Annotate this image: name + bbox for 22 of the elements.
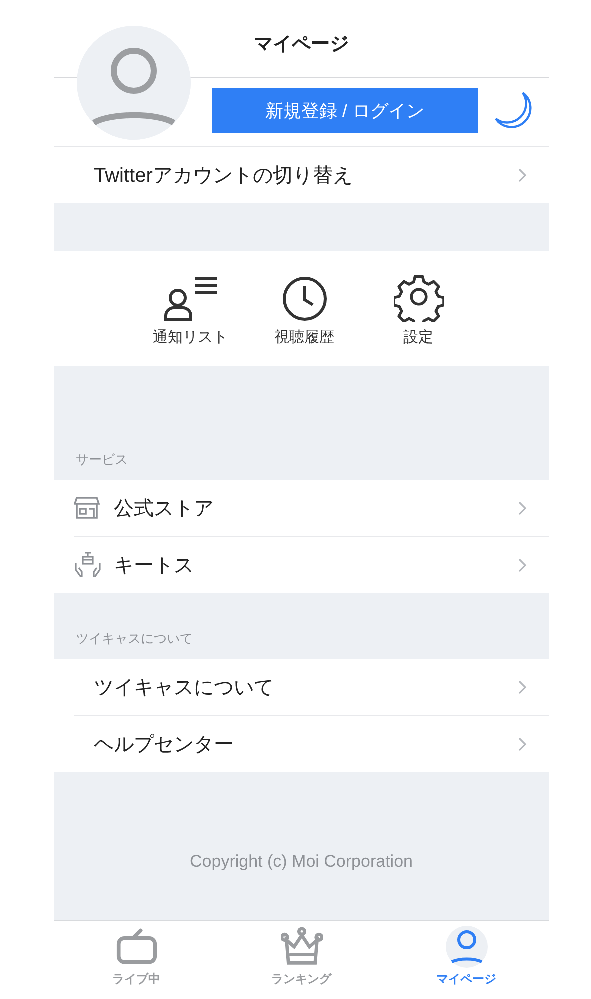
section-heading: サービス xyxy=(76,451,128,469)
chevron-icon xyxy=(518,168,527,182)
store-icon xyxy=(74,496,100,520)
shortcut-button[interactable]: 通知リスト xyxy=(148,270,234,347)
shortcut-button[interactable]: 設定 xyxy=(376,270,462,347)
person-icon xyxy=(446,926,488,968)
moon-icon[interactable] xyxy=(493,90,535,132)
clock-icon xyxy=(282,276,328,322)
chevron-icon xyxy=(518,680,527,694)
login-button[interactable]: 新規登録 / ログイン xyxy=(212,88,478,133)
chevron-icon xyxy=(518,736,527,752)
shortcut-button[interactable]: 視聴履歴 xyxy=(262,270,348,347)
chevron-icon xyxy=(518,558,527,572)
tab[interactable]: マイページ xyxy=(384,921,549,999)
section-heading: ツイキャスについて xyxy=(76,630,193,648)
crown-icon xyxy=(280,926,322,968)
person-list-icon xyxy=(164,276,218,322)
settings-icon xyxy=(394,272,444,322)
copyright-text: Copyright (c) Moi Corporation xyxy=(190,852,413,871)
gift-hands-icon xyxy=(74,551,102,579)
chevron-icon xyxy=(518,500,527,516)
page-title: マイページ xyxy=(254,33,349,57)
